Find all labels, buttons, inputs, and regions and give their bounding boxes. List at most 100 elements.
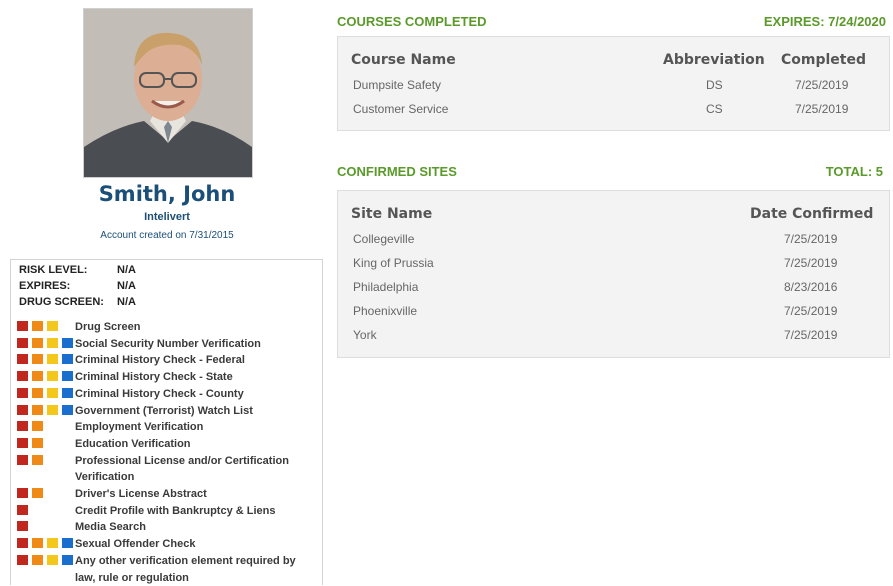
verification-item: Drug Screen xyxy=(17,318,317,334)
verification-item: Government (Terrorist) Watch List xyxy=(17,402,317,418)
profile-name: Smith, John xyxy=(98,182,236,206)
orange-indicator-icon xyxy=(32,387,43,398)
profile-company: Intelivert xyxy=(144,211,190,223)
red-indicator-icon xyxy=(17,371,28,382)
verification-label: Professional License and/or Certificatio… xyxy=(75,454,289,484)
expires-value: N/A xyxy=(117,280,136,292)
verification-label: Government (Terrorist) Watch List xyxy=(75,404,253,417)
red-indicator-icon xyxy=(17,538,28,549)
verification-label: Social Security Number Verification xyxy=(75,337,261,350)
risk-panel: RISK LEVEL: N/A EXPIRES: N/A DRUG SCREEN… xyxy=(10,259,323,585)
column-abbreviation: Abbreviation xyxy=(663,52,765,68)
orange-indicator-icon xyxy=(32,554,43,565)
blue-indicator-icon xyxy=(62,404,73,415)
red-indicator-icon xyxy=(17,504,28,515)
verification-item: Media Search xyxy=(17,518,317,534)
verification-item: Education Verification xyxy=(17,435,317,451)
verification-label: Drug Screen xyxy=(75,321,141,333)
verification-item: Criminal History Check - County xyxy=(17,385,317,401)
site-name-cell: Philadelphia xyxy=(353,280,419,294)
profile-photo xyxy=(83,8,253,178)
site-date-cell: 7/25/2019 xyxy=(784,304,838,318)
risk-level-row: RISK LEVEL: N/A xyxy=(19,264,136,276)
course-name-cell: Customer Service xyxy=(353,102,449,116)
blue-indicator-icon xyxy=(62,337,73,348)
yellow-indicator-icon xyxy=(47,354,58,365)
orange-indicator-icon xyxy=(32,437,43,448)
red-indicator-icon xyxy=(17,437,28,448)
verification-item: Criminal History Check - State xyxy=(17,368,317,384)
orange-indicator-icon xyxy=(32,321,43,331)
column-date-confirmed: Date Confirmed xyxy=(750,206,874,222)
column-site-name: Site Name xyxy=(351,206,433,222)
verification-label: Education Verification xyxy=(75,437,191,450)
yellow-indicator-icon xyxy=(47,538,58,549)
red-indicator-icon xyxy=(17,488,28,498)
yellow-indicator-icon xyxy=(47,337,58,348)
red-indicator-icon xyxy=(17,337,28,348)
red-indicator-icon xyxy=(17,554,28,565)
site-date-cell: 7/25/2019 xyxy=(784,232,838,246)
sites-table: Site Name Date Confirmed Collegeville 7/… xyxy=(337,190,890,358)
risk-level-label: RISK LEVEL: xyxy=(19,264,88,276)
orange-indicator-icon xyxy=(32,371,43,382)
expires-label: EXPIRES: xyxy=(19,280,71,292)
orange-indicator-icon xyxy=(32,421,43,432)
red-indicator-icon xyxy=(17,421,28,432)
site-name-cell: Phoenixville xyxy=(353,304,418,318)
verification-label: Media Search xyxy=(75,521,146,534)
sites-title: CONFIRMED SITES xyxy=(337,164,457,179)
orange-indicator-icon xyxy=(32,488,43,498)
blue-indicator-icon xyxy=(62,354,73,365)
verification-item: Criminal History Check - Federal xyxy=(17,351,317,367)
red-indicator-icon xyxy=(17,354,28,365)
verification-label: Credit Profile with Bankruptcy & Liens xyxy=(75,504,276,517)
verification-item: Credit Profile with Bankruptcy & Liens xyxy=(17,502,317,518)
yellow-indicator-icon xyxy=(47,387,58,398)
verification-label: Criminal History Check - County xyxy=(75,387,244,400)
orange-indicator-icon xyxy=(32,404,43,415)
course-name-cell: Dumpsite Safety xyxy=(353,78,442,92)
account-created-date: Account created on 7/31/2015 xyxy=(100,230,234,241)
site-name-cell: King of Prussia xyxy=(353,256,434,270)
course-abbr-cell: DS xyxy=(706,78,723,92)
verification-label: Criminal History Check - State xyxy=(75,371,233,384)
verification-item: Sexual Offender Check xyxy=(17,535,317,551)
yellow-indicator-icon xyxy=(47,321,58,331)
risk-level-value: N/A xyxy=(117,264,136,276)
orange-indicator-icon xyxy=(32,354,43,365)
red-indicator-icon xyxy=(17,454,28,465)
course-abbr-cell: CS xyxy=(706,102,723,116)
column-completed: Completed xyxy=(781,52,867,68)
expires-row: EXPIRES: N/A xyxy=(19,280,136,292)
red-indicator-icon xyxy=(17,321,28,331)
drug-screen-value: N/A xyxy=(117,296,136,308)
site-name-cell: York xyxy=(353,328,377,342)
courses-title: COURSES COMPLETED xyxy=(337,14,487,29)
verification-item: Social Security Number Verification xyxy=(17,335,317,351)
verification-item: Employment Verification xyxy=(17,418,317,434)
orange-indicator-icon xyxy=(32,337,43,348)
sites-total: TOTAL: 5 xyxy=(825,164,883,179)
yellow-indicator-icon xyxy=(47,554,58,565)
orange-indicator-icon xyxy=(32,538,43,549)
course-completed-cell: 7/25/2019 xyxy=(795,102,849,116)
person-photo-icon xyxy=(84,9,252,177)
verification-label: Driver's License Abstract xyxy=(75,488,207,500)
courses-table: Course Name Abbreviation Completed Dumps… xyxy=(337,36,890,131)
red-indicator-icon xyxy=(17,521,28,532)
verification-label: Sexual Offender Check xyxy=(75,538,196,551)
site-name-cell: Collegeville xyxy=(353,232,415,246)
orange-indicator-icon xyxy=(32,454,43,465)
blue-indicator-icon xyxy=(62,371,73,382)
yellow-indicator-icon xyxy=(47,404,58,415)
red-indicator-icon xyxy=(17,404,28,415)
verification-item: Driver's License Abstract xyxy=(17,485,317,501)
drug-screen-row: DRUG SCREEN: N/A xyxy=(19,296,136,308)
drug-screen-label: DRUG SCREEN: xyxy=(19,296,104,308)
yellow-indicator-icon xyxy=(47,371,58,382)
courses-expires: EXPIRES: 7/24/2020 xyxy=(763,14,886,29)
column-course-name: Course Name xyxy=(351,52,456,68)
site-date-cell: 7/25/2019 xyxy=(784,256,838,270)
verification-label: Criminal History Check - Federal xyxy=(75,354,245,367)
